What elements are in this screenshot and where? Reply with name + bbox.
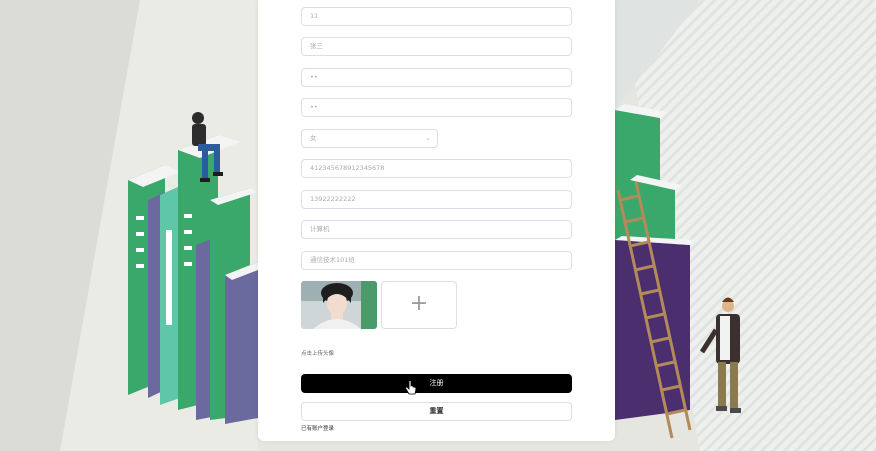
class-input[interactable]: 通信技术101班 [301, 251, 572, 270]
phone-input[interactable]: 13922222222 [301, 190, 572, 209]
major-input[interactable]: 计算机 [301, 220, 572, 239]
gender-select-value: 女 [310, 134, 317, 142]
avatar-preview[interactable] [301, 281, 377, 329]
username-input[interactable]: 11 [301, 7, 572, 26]
login-link[interactable]: 已有账户登录 [301, 424, 334, 432]
avatar-image [301, 281, 377, 329]
chevron-down-icon: ⌄ [425, 134, 431, 142]
avatar-upload-box[interactable]: + [381, 281, 457, 329]
hand-cursor-icon [405, 380, 417, 395]
register-button[interactable]: 注册 [301, 374, 572, 393]
id-number-input[interactable]: 412345678912345678 [301, 159, 572, 178]
gender-select[interactable]: 女 ⌄ [301, 129, 438, 148]
upload-avatar-hint: 点击上传头像 [301, 351, 335, 357]
plus-icon: + [409, 291, 429, 316]
password-input[interactable]: •• [301, 68, 572, 87]
reset-button[interactable]: 重置 [301, 402, 572, 421]
name-input[interactable]: 张三 [301, 37, 572, 56]
confirm-password-input[interactable]: •• [301, 98, 572, 117]
